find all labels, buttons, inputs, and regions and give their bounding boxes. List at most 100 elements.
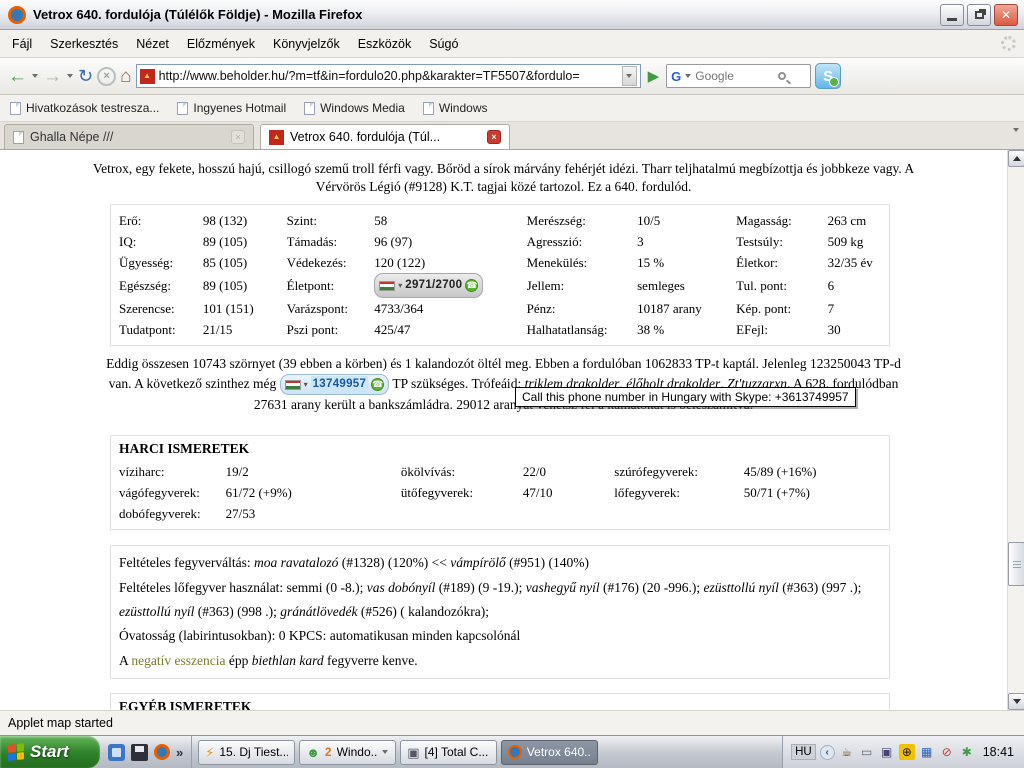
- bookmark-item[interactable]: Ingyenes Hotmail: [177, 101, 286, 115]
- skype-number[interactable]: 2971/2700: [405, 275, 462, 296]
- stat-label: Védekezés:: [287, 252, 375, 273]
- stat-label: lőfegyverek:: [614, 482, 744, 503]
- phone-icon[interactable]: ☎: [465, 279, 478, 292]
- minimize-button[interactable]: [940, 4, 964, 26]
- text-segment: Feltételes lőfegyver használat: semmi (0…: [119, 580, 367, 595]
- stat-value: 98 (132): [203, 210, 287, 231]
- home-button[interactable]: ⌂: [120, 67, 131, 86]
- stat-row: Szerencse:101 (151)Varázspont:4733/364Pé…: [119, 298, 881, 319]
- skype-number[interactable]: 13749957: [311, 376, 369, 393]
- back-button[interactable]: ←: [8, 67, 27, 86]
- taskbar-clock: 18:41: [983, 745, 1014, 759]
- skype-number-highlight[interactable]: ▾13749957☎: [280, 374, 390, 395]
- stat-value: 38 %: [637, 319, 736, 340]
- bookmark-item[interactable]: Windows: [423, 101, 488, 115]
- quicklaunch-overflow-icon[interactable]: »: [176, 745, 183, 760]
- stat-value[interactable]: ▾2971/2700☎: [374, 273, 526, 298]
- bookmark-item[interactable]: Hivatkozások testresza...: [10, 101, 159, 115]
- skype-toolbar-icon[interactable]: S: [815, 63, 841, 89]
- stop-button[interactable]: ×: [97, 67, 116, 86]
- task-winamp[interactable]: ⚡15. Dj Tiest...: [198, 740, 295, 765]
- stat-label: dobófegyverek:: [119, 503, 226, 524]
- start-button[interactable]: Start: [0, 736, 100, 768]
- stat-value: 21/15: [203, 319, 287, 340]
- combat-skills-table: víziharc:19/2ökölvívás:22/0szúrófegyvere…: [119, 461, 881, 524]
- restore-button[interactable]: [967, 4, 991, 26]
- window-tray-icon[interactable]: ▭: [859, 744, 875, 760]
- stat-value: 4733/364: [374, 298, 526, 319]
- go-button[interactable]: ▶: [645, 67, 663, 85]
- close-button[interactable]: ✕: [994, 4, 1018, 26]
- tab-label: Vetrox 640. fordulója (Túl...: [290, 130, 481, 144]
- search-engine-dropdown-icon[interactable]: [685, 74, 691, 78]
- menu-file[interactable]: Fájl: [8, 33, 41, 55]
- network-icon[interactable]: ▦: [919, 744, 935, 760]
- stat-value: 27/53: [226, 503, 401, 524]
- task-messenger-group[interactable]: ☻2Windo...: [299, 740, 396, 765]
- globe-icon[interactable]: ⊕: [899, 744, 915, 760]
- disk-tray-icon[interactable]: ▣: [879, 744, 895, 760]
- menu-help[interactable]: Súgó: [420, 33, 467, 55]
- bookmark-item[interactable]: Windows Media: [304, 101, 405, 115]
- show-desktop-icon[interactable]: [108, 744, 125, 761]
- stat-value: 96 (97): [374, 231, 526, 252]
- text-segment: ezüsttollú nyíl: [704, 580, 779, 595]
- stat-row: Erő:98 (132)Szint:58Merészség:10/5Magass…: [119, 210, 881, 231]
- back-dropdown-icon[interactable]: [32, 74, 38, 78]
- phone-icon[interactable]: ☎: [371, 378, 384, 391]
- skype-number-highlight[interactable]: ▾2971/2700☎: [374, 273, 483, 298]
- text-segment: A: [119, 653, 131, 668]
- language-indicator[interactable]: HU: [791, 744, 816, 760]
- tray-misc-icon[interactable]: ✱: [959, 744, 975, 760]
- text-segment: gránátlövedék: [280, 604, 357, 619]
- stat-value: 263 cm: [828, 210, 881, 231]
- stat-label: Szint:: [287, 210, 375, 231]
- group-dropdown-icon[interactable]: [382, 750, 388, 754]
- tab-vetrox-fordulo[interactable]: ▲ Vetrox 640. fordulója (Túl... ×: [260, 124, 510, 149]
- search-icon[interactable]: [778, 72, 786, 80]
- url-bar[interactable]: ▲: [136, 64, 641, 88]
- menu-view[interactable]: Nézet: [127, 33, 178, 55]
- stat-label: Halhatatlanság:: [527, 319, 637, 340]
- stat-value: semleges: [637, 273, 736, 298]
- task-total-commander[interactable]: ▣[4] Total C...: [400, 740, 497, 765]
- search-input[interactable]: [695, 69, 775, 83]
- menu-history[interactable]: Előzmények: [178, 33, 264, 55]
- tab-ghalla-nepe[interactable]: Ghalla Népe /// ×: [4, 124, 254, 149]
- stat-row: Egészség:89 (105)Életpont:▾2971/2700☎Jel…: [119, 273, 881, 298]
- tab-list-dropdown-icon[interactable]: [1013, 128, 1019, 132]
- floppy-icon[interactable]: [131, 744, 148, 761]
- dropdown-icon: ▾: [398, 275, 402, 296]
- task-firefox-vetrox[interactable]: Vetrox 640...: [501, 740, 598, 765]
- forward-button[interactable]: →: [43, 67, 62, 86]
- firefox-icon[interactable]: [154, 744, 170, 760]
- url-input[interactable]: [159, 69, 618, 83]
- java-icon[interactable]: ☕: [839, 744, 855, 760]
- menu-tools[interactable]: Eszközök: [349, 33, 421, 55]
- url-history-dropdown[interactable]: [622, 66, 637, 86]
- stat-label: Támadás:: [287, 231, 375, 252]
- task-label: Vetrox 640...: [527, 745, 591, 759]
- blocked-user-icon[interactable]: ⊘: [939, 744, 955, 760]
- page-icon: [423, 102, 434, 115]
- scroll-down-icon[interactable]: [1008, 693, 1024, 710]
- tray-collapse-icon[interactable]: ‹: [820, 745, 835, 760]
- vertical-scrollbar[interactable]: [1007, 150, 1024, 710]
- stat-row: Tudatpont:21/15Pszi pont:425/47Halhatatl…: [119, 319, 881, 340]
- stat-value: 509 kg: [828, 231, 881, 252]
- menu-edit[interactable]: Szerkesztés: [41, 33, 127, 55]
- scroll-up-icon[interactable]: [1008, 150, 1024, 167]
- reload-button[interactable]: ↻: [78, 67, 93, 85]
- essence-line: A negatív esszencia épp biethlan kard fe…: [119, 649, 881, 673]
- search-bar[interactable]: G: [666, 64, 811, 88]
- forward-dropdown-icon[interactable]: [67, 74, 73, 78]
- scrollbar-thumb[interactable]: [1008, 542, 1024, 586]
- stat-value: 22/0: [523, 461, 614, 482]
- tab-close-icon[interactable]: ×: [487, 130, 501, 144]
- taskbar: Start » ⚡15. Dj Tiest... ☻2Windo... ▣[4]…: [0, 735, 1024, 768]
- winamp-icon: ⚡: [205, 746, 214, 759]
- tab-close-icon[interactable]: ×: [231, 130, 245, 144]
- quick-launch-bar: »: [100, 736, 192, 768]
- stat-value: 30: [828, 319, 881, 340]
- menu-bookmarks[interactable]: Könyvjelzők: [264, 33, 349, 55]
